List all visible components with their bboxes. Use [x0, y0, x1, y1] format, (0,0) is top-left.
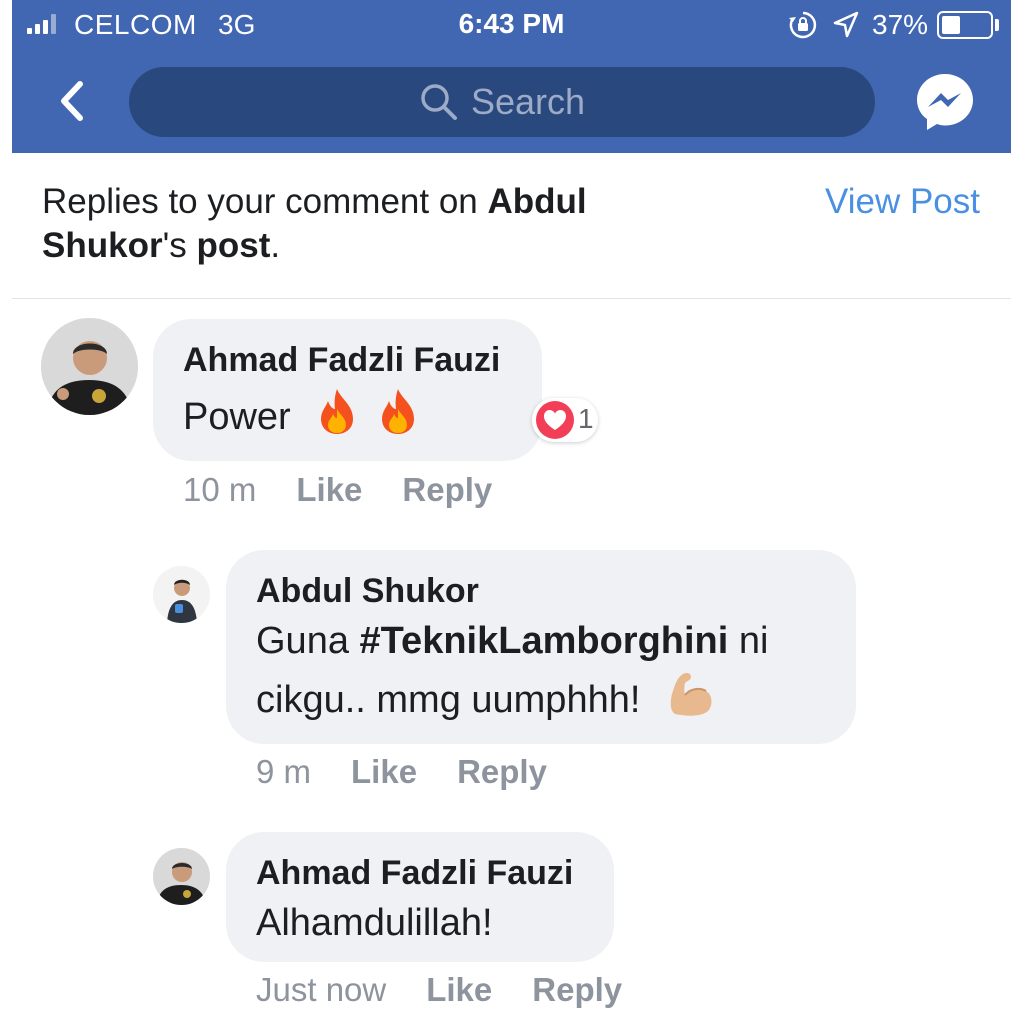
comment-text: Power — [183, 387, 420, 446]
notice-prefix: Replies to your comment on — [42, 182, 488, 221]
reply-button[interactable]: Reply — [532, 971, 622, 1008]
flexed-biceps-emoji-icon — [670, 673, 712, 716]
comment-meta: Just now Like Reply — [256, 971, 622, 1009]
love-reaction-badge[interactable]: 1 — [532, 398, 598, 442]
search-placeholder: Search — [470, 81, 586, 122]
comment-body-start: Guna — [256, 620, 360, 662]
hashtag-link[interactable]: #TeknikLamborghini — [360, 620, 729, 662]
comment-bubble[interactable]: Abdul Shukor Guna #TeknikLamborghini ni … — [226, 550, 856, 744]
divider — [12, 298, 1011, 299]
back-chevron-icon[interactable] — [52, 78, 92, 124]
comment-body: Power — [183, 396, 291, 438]
comment-timestamp: 10 m — [183, 471, 257, 508]
location-arrow-icon — [833, 11, 859, 38]
comment-author[interactable]: Abdul Shukor — [256, 572, 479, 611]
reply-button[interactable]: Reply — [402, 471, 492, 508]
avatar[interactable] — [153, 566, 210, 623]
like-button[interactable]: Like — [296, 471, 362, 508]
comment-body: Alhamdulillah! — [256, 902, 493, 944]
notice-possessive: 's — [162, 226, 197, 265]
comment-author[interactable]: Ahmad Fadzli Fauzi — [183, 341, 500, 380]
battery-tip — [995, 19, 999, 31]
comment-timestamp: 9 m — [256, 753, 312, 790]
notice-suffix: . — [270, 226, 281, 265]
app-header: CELCOM 3G 6:43 PM 37% Search — [12, 0, 1011, 153]
fire-emoji-icon — [381, 389, 414, 434]
like-button[interactable]: Like — [351, 753, 417, 790]
search-input[interactable]: Search — [129, 67, 875, 137]
avatar[interactable] — [41, 318, 138, 415]
navigation-bar: Search — [12, 60, 1011, 153]
rotation-lock-icon — [789, 11, 817, 39]
comment-meta: 9 m Like Reply — [256, 753, 547, 791]
comment-timestamp: Just now — [256, 971, 387, 1008]
battery-percentage: 37% — [872, 9, 929, 40]
comment-bubble[interactable]: Ahmad Fadzli Fauzi Power — [153, 319, 542, 461]
status-time: 6:43 PM — [458, 8, 565, 39]
notice-post-link[interactable]: post — [196, 226, 270, 265]
comment-text: Guna #TeknikLamborghini ni cikgu.. mmg u… — [256, 612, 836, 729]
comment-author[interactable]: Ahmad Fadzli Fauzi — [256, 854, 573, 893]
avatar[interactable] — [153, 848, 210, 905]
reaction-count: 1 — [578, 403, 594, 434]
heart-icon — [536, 401, 574, 439]
battery-icon — [937, 11, 993, 39]
search-icon — [421, 84, 457, 120]
like-button[interactable]: Like — [426, 971, 492, 1008]
view-post-link[interactable]: View Post — [825, 180, 980, 224]
fire-emoji-icon — [321, 389, 354, 434]
status-bar: CELCOM 3G 6:43 PM 37% — [12, 0, 1011, 50]
avatar-photo — [153, 566, 210, 623]
reply-button[interactable]: Reply — [457, 753, 547, 790]
comment-bubble[interactable]: Ahmad Fadzli Fauzi Alhamdulillah! — [226, 832, 614, 962]
reply-notification-text: Replies to your comment on Abdul Shukor'… — [42, 180, 732, 268]
avatar-photo — [153, 848, 210, 905]
comment-meta: 10 m Like Reply — [183, 471, 492, 509]
avatar-photo — [41, 318, 138, 415]
messenger-icon[interactable] — [914, 71, 976, 133]
